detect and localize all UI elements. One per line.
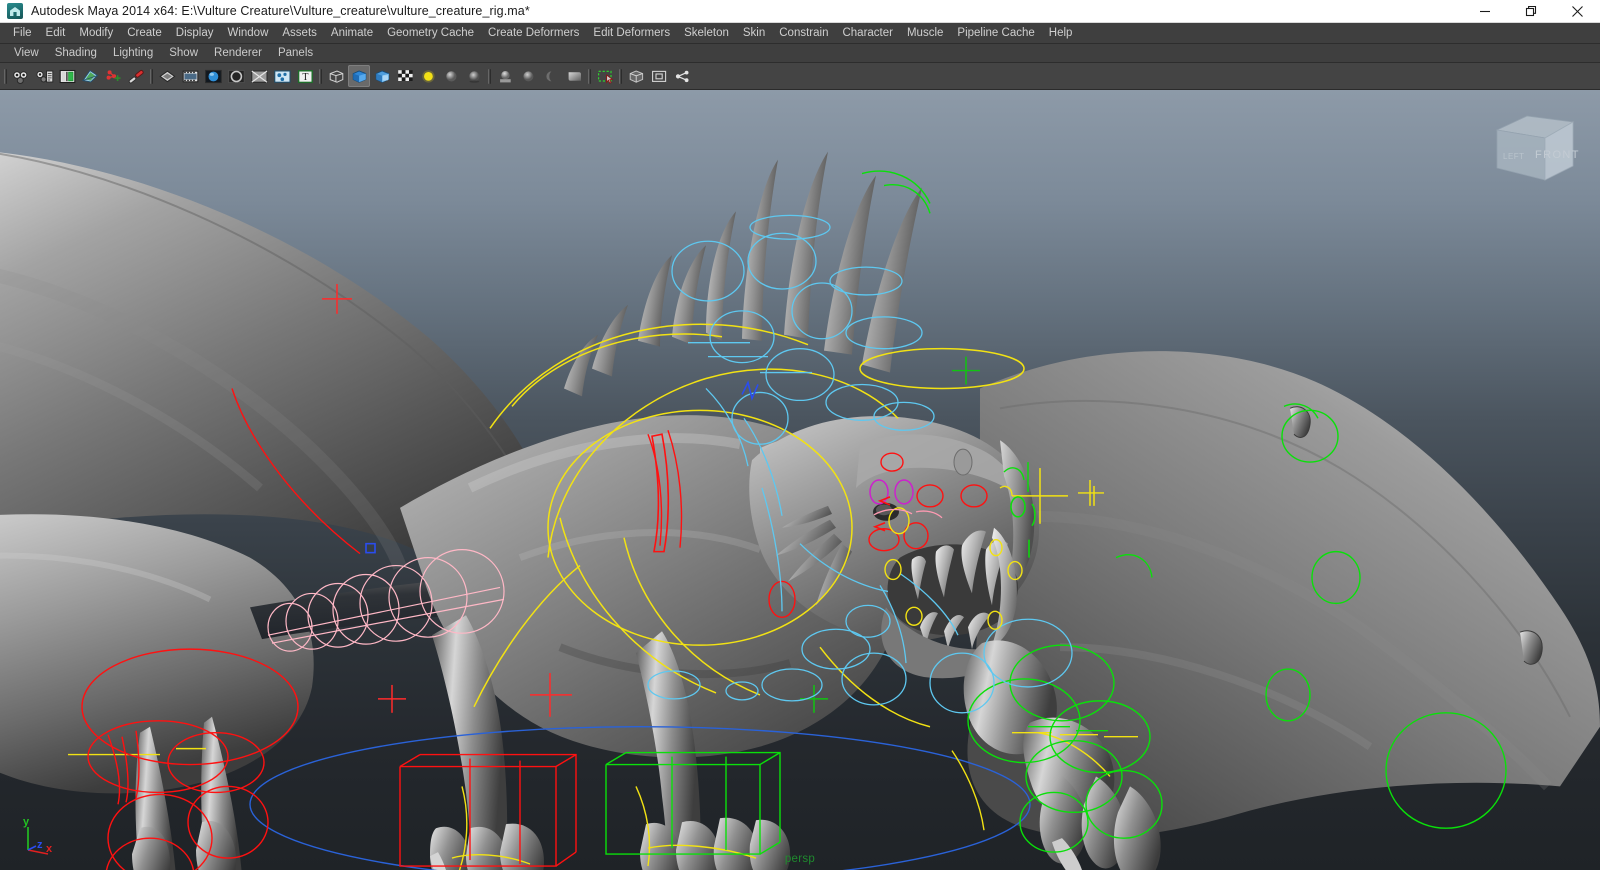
maya-app-icon: [7, 3, 23, 19]
svg-text:T: T: [302, 72, 308, 83]
menu-file[interactable]: File: [6, 24, 39, 42]
toggle-text-icon[interactable]: T: [294, 65, 316, 87]
ipr-render-icon[interactable]: [202, 65, 224, 87]
panel-menu-view[interactable]: View: [6, 45, 47, 61]
window-controls: [1462, 0, 1600, 23]
restore-button[interactable]: [1508, 0, 1554, 23]
maya-application-window: Autodesk Maya 2014 x64: E:\Vulture Creat…: [0, 0, 1600, 870]
main-menu-bar: File Edit Modify Create Display Window A…: [0, 23, 1600, 44]
menu-muscle[interactable]: Muscle: [900, 24, 950, 42]
menu-skeleton[interactable]: Skeleton: [677, 24, 736, 42]
minimize-button[interactable]: [1462, 0, 1508, 23]
smooth-shade-all-icon[interactable]: [348, 65, 370, 87]
use-all-lights-icon[interactable]: [394, 65, 416, 87]
render-layer-editor-icon[interactable]: [271, 65, 293, 87]
menu-modify[interactable]: Modify: [72, 24, 120, 42]
menu-display[interactable]: Display: [169, 24, 221, 42]
menu-skin[interactable]: Skin: [736, 24, 772, 42]
panel-menu-shading[interactable]: Shading: [47, 45, 105, 61]
rear-left-claws: [132, 820, 237, 870]
motion-blur-icon[interactable]: [494, 65, 516, 87]
panel-menu-bar: View Shading Lighting Show Renderer Pane…: [0, 44, 1600, 63]
multisample-aa-icon[interactable]: [517, 65, 539, 87]
menu-edit[interactable]: Edit: [39, 24, 73, 42]
construction-history-icon[interactable]: [102, 65, 124, 87]
open-render-view-icon[interactable]: [156, 65, 178, 87]
menu-create-deformers[interactable]: Create Deformers: [481, 24, 586, 42]
menu-constrain[interactable]: Constrain: [772, 24, 835, 42]
menu-animate[interactable]: Animate: [324, 24, 380, 42]
select-by-hierarchy-icon[interactable]: [10, 65, 32, 87]
window-title: Autodesk Maya 2014 x64: E:\Vulture Creat…: [31, 4, 530, 18]
wireframe-shading-icon[interactable]: [325, 65, 347, 87]
right-foot-claws: [640, 817, 791, 870]
select-by-object-type-icon[interactable]: [33, 65, 55, 87]
svg-text:x: x: [46, 843, 53, 855]
viewport-toolbar: T: [0, 63, 1600, 90]
menu-window[interactable]: Window: [220, 24, 275, 42]
toolbar-separator: [148, 67, 155, 86]
title-bar: Autodesk Maya 2014 x64: E:\Vulture Creat…: [0, 0, 1600, 23]
depth-of-field-icon[interactable]: [540, 65, 562, 87]
snap-magnet-icon[interactable]: [79, 65, 101, 87]
axis-orientation-gizmo: y z x: [12, 810, 60, 858]
persp-viewport[interactable]: FRONT LEFT persp y z x: [0, 90, 1600, 870]
render-brush-icon[interactable]: [125, 65, 147, 87]
render-settings-icon[interactable]: [225, 65, 247, 87]
svg-text:y: y: [23, 816, 30, 828]
menu-geometry-cache[interactable]: Geometry Cache: [380, 24, 481, 42]
ambient-occlusion-icon[interactable]: [463, 65, 485, 87]
high-quality-render-icon[interactable]: [563, 65, 585, 87]
select-by-component-icon[interactable]: [56, 65, 78, 87]
toolbar-separator: [617, 67, 624, 86]
xray-active-components-icon[interactable]: [671, 65, 693, 87]
menu-assets[interactable]: Assets: [275, 24, 324, 42]
view-cube[interactable]: FRONT LEFT: [1483, 108, 1578, 186]
toolbar-separator: [586, 67, 593, 86]
menu-help[interactable]: Help: [1042, 24, 1080, 42]
smooth-shade-textured-icon[interactable]: [371, 65, 393, 87]
panel-menu-lighting[interactable]: Lighting: [105, 45, 161, 61]
panel-menu-renderer[interactable]: Renderer: [206, 45, 270, 61]
xray-icon[interactable]: [625, 65, 647, 87]
render-sequence-icon[interactable]: [179, 65, 201, 87]
toolbar-separator: [317, 67, 324, 86]
isolate-select-icon[interactable]: [594, 65, 616, 87]
menu-edit-deformers[interactable]: Edit Deformers: [586, 24, 677, 42]
toolbar-separator: [486, 67, 493, 86]
use-default-light-icon[interactable]: [417, 65, 439, 87]
close-button[interactable]: [1554, 0, 1600, 23]
svg-text:z: z: [37, 839, 43, 851]
toolbar-separator: [2, 67, 9, 86]
menu-create[interactable]: Create: [120, 24, 169, 42]
menu-character[interactable]: Character: [835, 24, 900, 42]
xray-joints-icon[interactable]: [648, 65, 670, 87]
panel-menu-panels[interactable]: Panels: [270, 45, 321, 61]
viewport-3d-scene: [0, 151, 1600, 870]
menu-pipeline-cache[interactable]: Pipeline Cache: [950, 24, 1041, 42]
camera-name-label: persp: [784, 853, 816, 865]
shadows-icon[interactable]: [440, 65, 462, 87]
panel-menu-show[interactable]: Show: [161, 45, 206, 61]
hypershade-icon[interactable]: [248, 65, 270, 87]
